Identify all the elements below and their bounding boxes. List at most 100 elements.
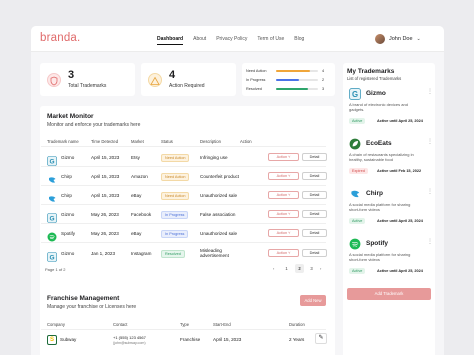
eco-icon: [349, 137, 361, 150]
chirp-icon: [349, 187, 361, 199]
row-time-detected: Jan 1, 2023: [91, 251, 116, 256]
trademark-active-until: Active until April 25, 2024: [377, 119, 423, 123]
action-dropdown-button[interactable]: Action ˅: [268, 210, 299, 218]
more-options-icon[interactable]: ⋮: [427, 138, 433, 145]
more-options-icon[interactable]: ⋮: [427, 88, 433, 95]
chevron-down-icon: ˅: [288, 231, 291, 235]
trademark-name: Chirp: [366, 190, 383, 197]
user-menu[interactable]: John Doe ⌄: [375, 34, 421, 44]
need-action-fill: [276, 70, 310, 72]
row-divider: [41, 204, 326, 205]
nav-dashboard[interactable]: Dashboard: [157, 36, 184, 45]
add-new-button[interactable]: Add New: [300, 295, 326, 306]
row-trademark-name: Gizmo: [61, 155, 75, 160]
row-description: Unauthorized sale: [200, 231, 238, 236]
page-3[interactable]: 3: [307, 264, 316, 273]
detail-button[interactable]: Detail: [302, 153, 327, 161]
row-time-detected: April 15, 2023: [91, 174, 120, 179]
market-monitor-subtitle: Monitor and enforce your trademarks here: [47, 122, 141, 128]
action-dropdown-button[interactable]: Action ˅: [268, 172, 299, 180]
col-time-detected: Time Detected: [91, 139, 119, 144]
row-trademark-name: Spotify: [61, 231, 76, 236]
resolved-fill: [276, 88, 308, 90]
franchise-company: Subway: [60, 337, 77, 342]
trademark-status-badge: Active: [349, 268, 366, 274]
edit-icon[interactable]: ✎: [315, 333, 327, 344]
trademark-active-until: Active until April 25, 2024: [377, 269, 423, 273]
detail-button[interactable]: Detail: [302, 172, 327, 180]
franchise-subtitle: Manage your franchise or Licenses here: [47, 304, 137, 310]
svg-text:G: G: [49, 215, 54, 222]
alert-icon: [148, 73, 162, 87]
action-dropdown-button[interactable]: Action ˅: [268, 249, 299, 257]
action-required-value: 4: [169, 69, 176, 81]
action-label: Action: [276, 174, 288, 178]
avatar: [375, 34, 385, 44]
trademark-active-until: Active until April 25, 2024: [377, 219, 423, 223]
spotify-icon: [47, 229, 57, 242]
franchise-type: Franchise: [180, 337, 201, 342]
row-divider: [41, 242, 326, 243]
more-options-icon[interactable]: ⋮: [427, 188, 433, 195]
col-action: Action: [240, 139, 252, 144]
page-info: Page 1 of 2: [45, 267, 66, 272]
row-market: Etsy: [131, 155, 140, 160]
row-time-detected: May 26, 2023: [91, 231, 119, 236]
row-trademark-name: Chirp: [61, 174, 72, 179]
nav-term-of-use[interactable]: Term of Use: [257, 36, 284, 45]
nav-blog[interactable]: Blog: [294, 36, 304, 45]
svg-text:G: G: [49, 254, 54, 261]
next-page-icon[interactable]: ›: [320, 266, 321, 271]
col-duration: Duration: [289, 322, 305, 327]
detail-button[interactable]: Detail: [302, 249, 327, 257]
row-market: eBay: [131, 193, 142, 198]
brand-logo[interactable]: branda.: [40, 32, 80, 44]
trademark-name: Gizmo: [366, 90, 386, 97]
row-description: Unauthorized sale: [200, 193, 238, 198]
col-market: Market: [131, 139, 144, 144]
nav-privacy-policy[interactable]: Privacy Policy: [216, 36, 247, 45]
status-need-action-value: 4: [322, 69, 325, 73]
trademark-name: EcoEats: [366, 140, 392, 147]
in-progress-fill: [276, 79, 300, 81]
trademark-description: A chain of restaurants specializing in h…: [349, 152, 414, 162]
market-monitor-title: Market Monitor: [47, 113, 94, 120]
page-1[interactable]: 1: [282, 264, 291, 273]
my-trademarks-subtitle: List of registered Trademarks: [347, 76, 402, 81]
chevron-down-icon: ˅: [288, 212, 291, 216]
detail-button[interactable]: Detail: [302, 210, 327, 218]
gizmo-icon: G: [47, 249, 57, 262]
status-badge: Need Action: [161, 173, 190, 181]
action-label: Action: [276, 155, 288, 159]
top-header: branda. Dashboard About Privacy Policy T…: [31, 26, 444, 52]
franchise-duration: 2 Years: [289, 337, 305, 342]
gizmo-icon: G: [47, 210, 57, 223]
status-badge: Need Action: [161, 192, 190, 200]
col-company: Company: [47, 322, 65, 327]
detail-button[interactable]: Detail: [302, 191, 327, 199]
page-2[interactable]: 2: [295, 264, 304, 273]
detail-button[interactable]: Detail: [302, 229, 327, 237]
total-trademarks-value: 3: [68, 69, 75, 81]
row-description: Infringing use: [200, 155, 228, 160]
action-dropdown-button[interactable]: Action ˅: [268, 191, 299, 199]
total-trademarks-card: 3 Total Trademarks: [40, 63, 135, 96]
shield-icon: [47, 73, 61, 87]
action-dropdown-button[interactable]: Action ˅: [268, 153, 299, 161]
row-trademark-name: Chirp: [61, 193, 72, 198]
col-contact: Contact: [113, 322, 128, 327]
row-trademark-name: Gizmo: [61, 251, 75, 256]
col-type: Type: [180, 322, 190, 327]
nav-about[interactable]: About: [193, 36, 206, 45]
status-badge: Need Action: [161, 154, 190, 162]
action-dropdown-button[interactable]: Action ˅: [268, 229, 299, 237]
prev-page-icon[interactable]: ‹: [273, 266, 274, 271]
row-market: Amazon: [131, 174, 148, 179]
trademark-status-badge: Active: [349, 118, 366, 124]
row-time-detected: April 15, 2023: [91, 155, 120, 160]
header-divider: [41, 146, 326, 147]
add-trademark-button[interactable]: Add Trademark: [347, 288, 431, 300]
gizmo-icon: G: [349, 87, 361, 100]
row-divider: [41, 166, 326, 167]
more-options-icon[interactable]: ⋮: [427, 238, 433, 245]
